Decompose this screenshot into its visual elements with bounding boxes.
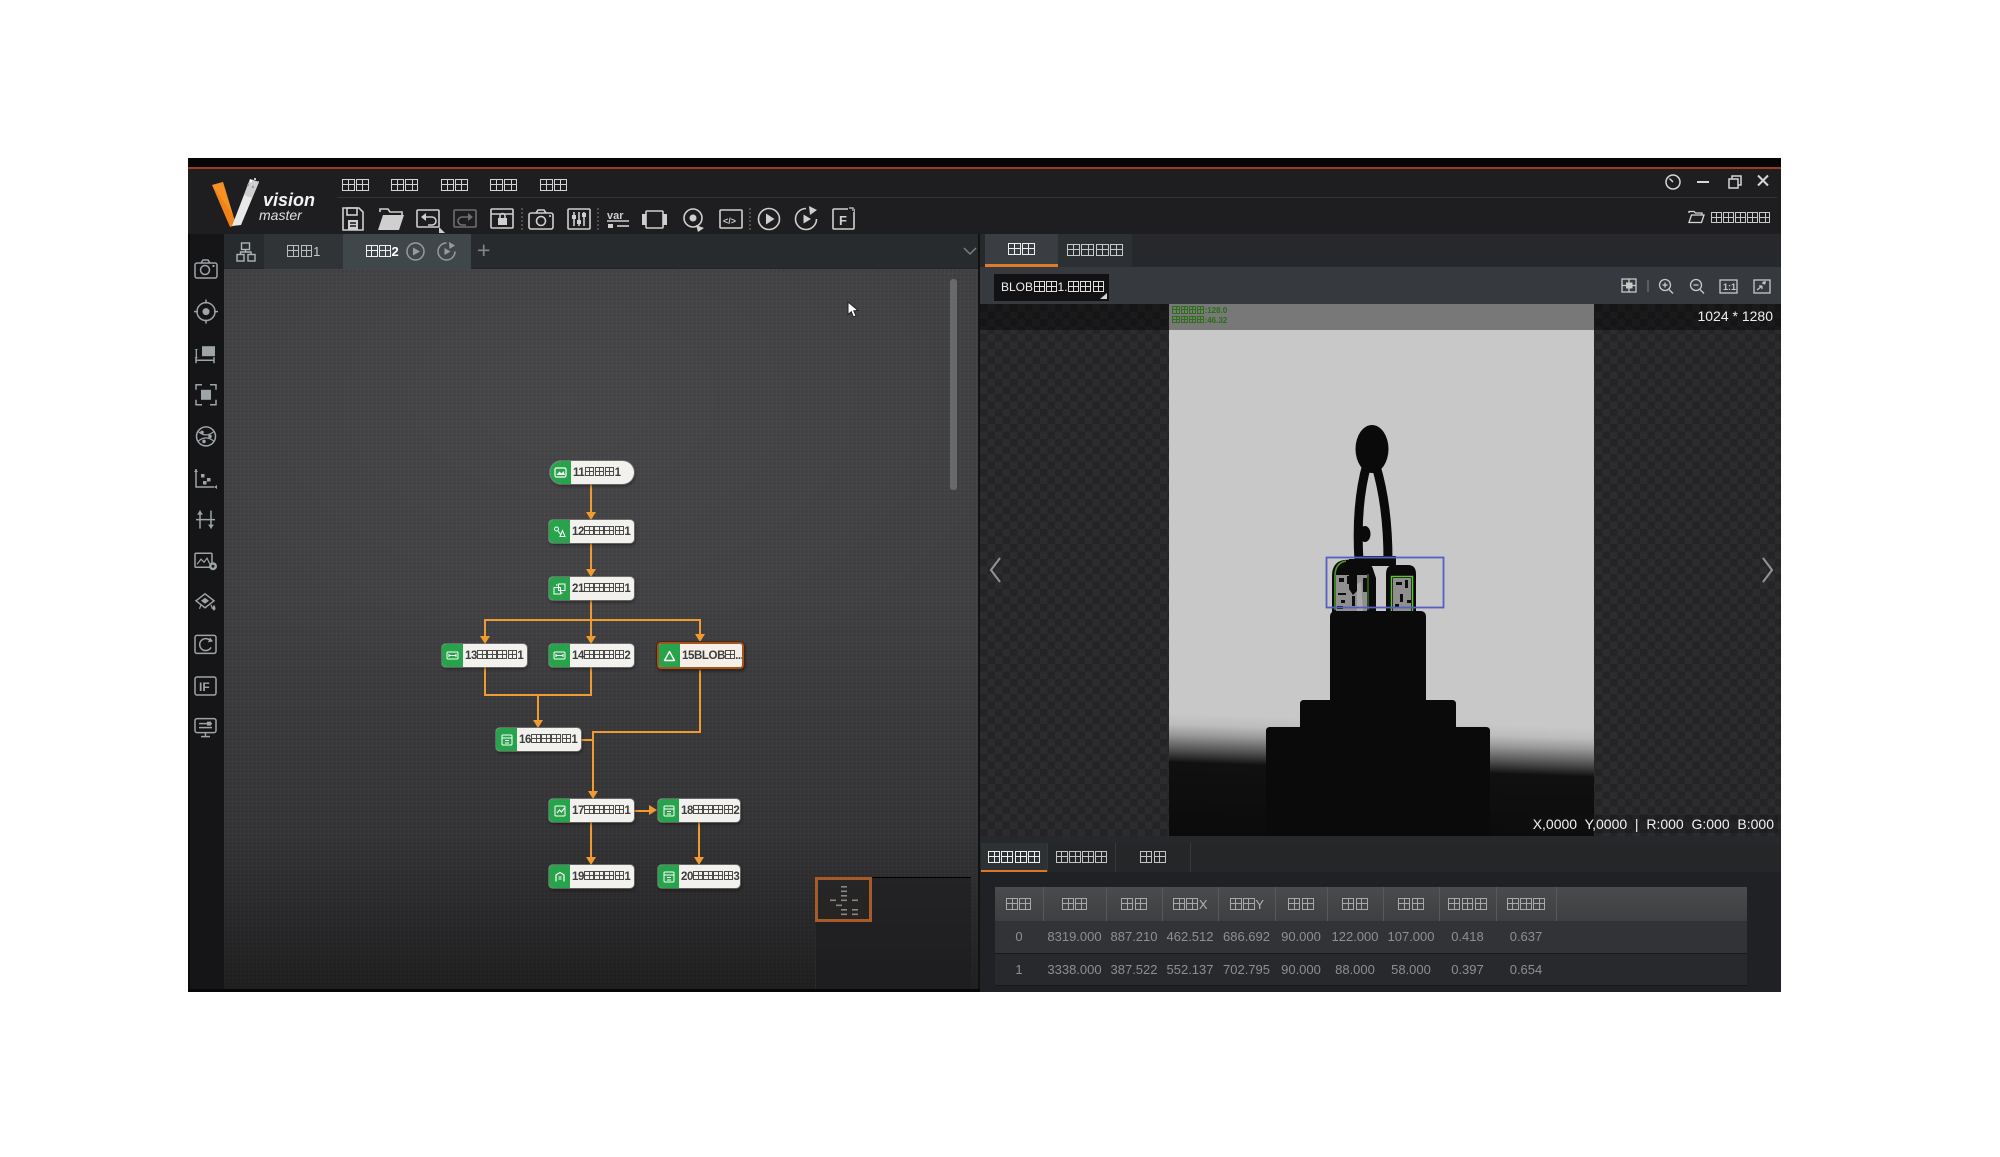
svg-text:IF: IF	[199, 680, 210, 694]
svg-text:F: F	[839, 213, 847, 228]
svg-text:1:1: 1:1	[1723, 282, 1736, 292]
svg-text:var: var	[607, 210, 624, 222]
svg-text:master: master	[259, 207, 303, 223]
svg-text:</>: </>	[723, 216, 736, 226]
